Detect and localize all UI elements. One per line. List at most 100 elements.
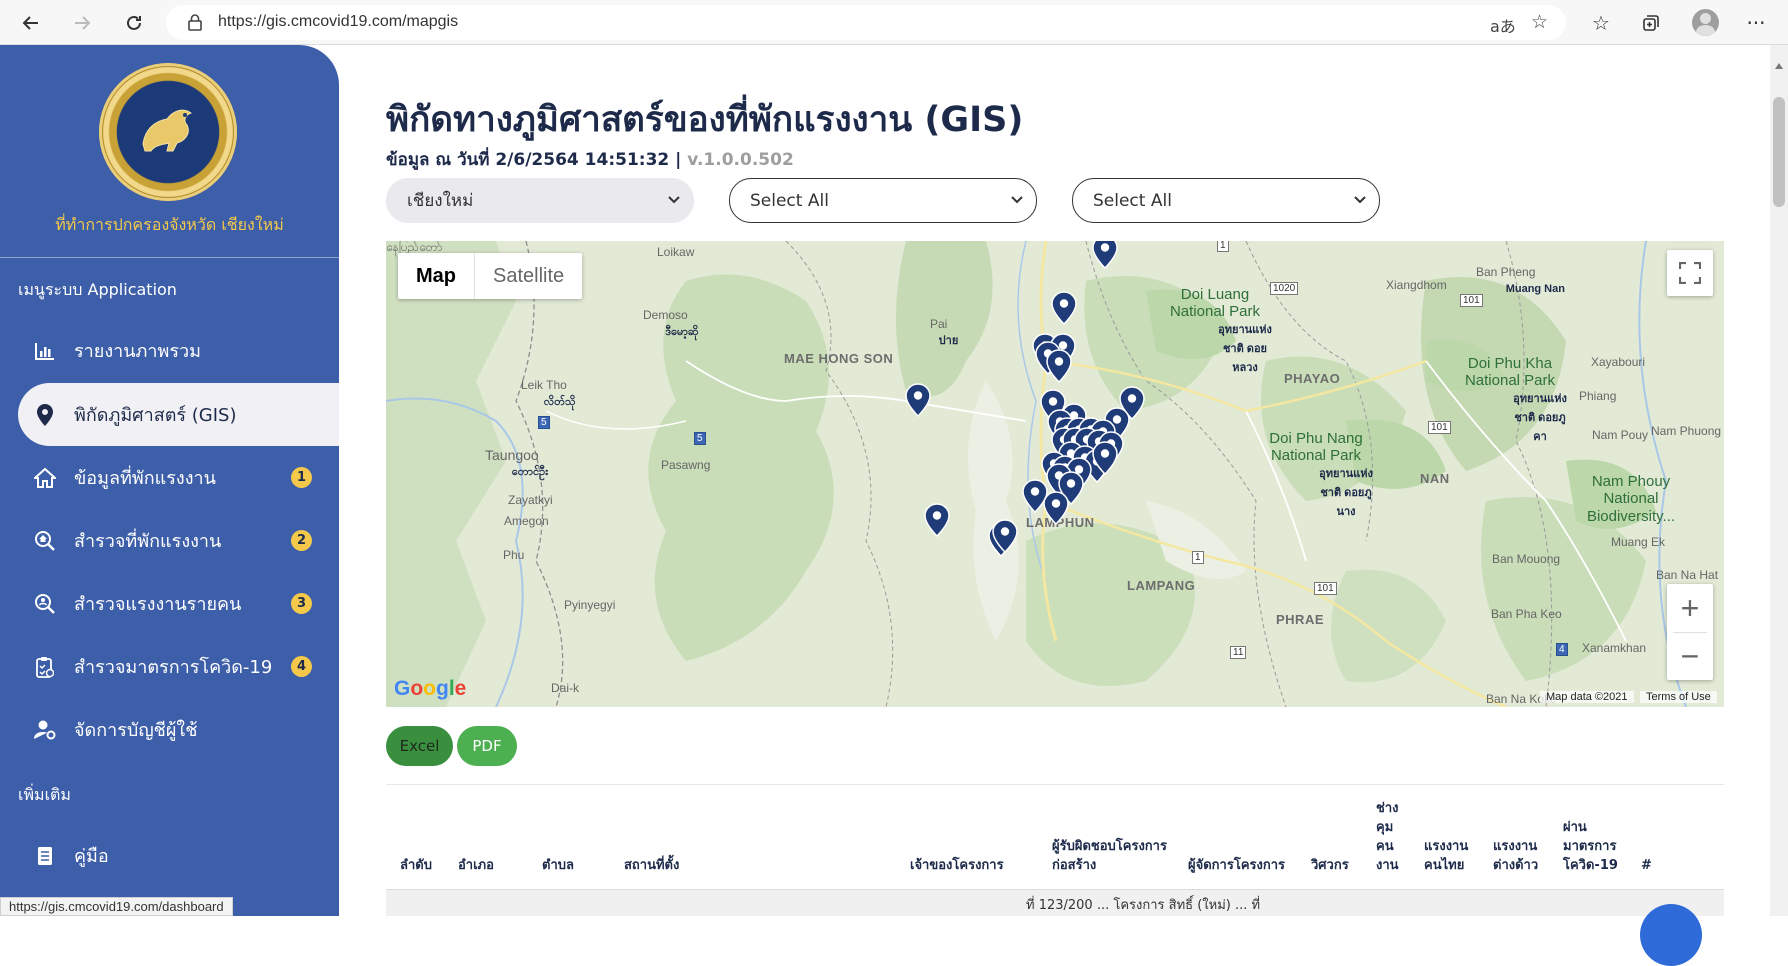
export-pdf-button[interactable]: PDF — [457, 726, 517, 766]
map-marker-icon[interactable] — [1051, 291, 1077, 325]
province-select-value: เชียงใหม่ — [407, 191, 474, 211]
col-header-contractor[interactable]: ผู้รับผิดชอบโครงการ ก่อสร้าง — [1052, 837, 1167, 875]
row-location-partial: ที่ 123/200 ... โครงการ สิทธิ์ (ใหม่) ..… — [1026, 898, 1261, 913]
sidebar: ที่ทำการปกครองจังหวัด เชียงใหม่ เมนูระบบ… — [0, 45, 339, 916]
road-shield: 5 — [538, 416, 550, 429]
map-marker-icon[interactable] — [924, 503, 950, 537]
col-header-covid-passed[interactable]: ผ่าน มาตรการ โควิด-19 — [1563, 818, 1618, 875]
profile-avatar[interactable] — [1692, 9, 1719, 36]
map-marker-icon[interactable] — [1092, 241, 1118, 269]
sidebar-item-label: สำรวจแรงงานรายคน — [74, 594, 242, 615]
collections-icon[interactable] — [1637, 9, 1665, 37]
map-label-local: อุทยานแห่งชาติ ดอยภูคา — [1513, 392, 1567, 443]
page-title: พิกัดทางภูมิศาสตร์ของที่พักแรงงาน (GIS) — [386, 100, 1024, 140]
map-label: Muang Ek — [1611, 535, 1666, 549]
header-line: ช่าง — [1376, 801, 1399, 816]
terms-of-use-link[interactable]: Terms of Use — [1640, 691, 1717, 703]
map-label-nan: NAN — [1420, 471, 1450, 486]
export-excel-button[interactable]: Excel — [386, 726, 453, 766]
road-shield: 101 — [1428, 421, 1451, 434]
scroll-up-arrow-icon[interactable] — [1775, 63, 1783, 69]
header-line: แรงงาน — [1493, 839, 1538, 854]
map-marker-icon[interactable] — [992, 519, 1018, 553]
table-top-border — [386, 784, 1724, 785]
col-header-engineer[interactable]: วิศวกร — [1311, 856, 1349, 875]
map-label: Xayabouri — [1591, 355, 1646, 369]
sidebar-item-gis[interactable]: พิกัดภูมิศาสตร์ (GIS) — [18, 383, 339, 446]
map-label-local: တောင်ဦး — [511, 466, 549, 479]
map-label-en: Leik Tho — [521, 378, 567, 392]
map-label-en: Taungoo — [485, 447, 539, 463]
map-marker-icon[interactable] — [905, 383, 931, 417]
header-line: ต่างด้าว — [1493, 858, 1539, 873]
map-label: Xiangdhom — [1386, 278, 1447, 292]
col-header-manager[interactable]: ผู้จัดการโครงการ — [1188, 856, 1285, 875]
floating-action-button[interactable] — [1640, 904, 1702, 966]
zoom-in-button[interactable]: + — [1667, 584, 1713, 632]
map-type-satellite-button[interactable]: Satellite — [474, 253, 582, 299]
search-person-icon — [34, 593, 56, 615]
col-header-location[interactable]: สถานที่ตั้ง — [624, 856, 679, 875]
map-label-en: Doi Luang National Park — [1169, 286, 1261, 321]
col-header-no[interactable]: ลำดับ — [400, 856, 432, 875]
refresh-icon[interactable] — [119, 8, 149, 38]
road-shield: 1020 — [1270, 282, 1299, 295]
sidebar-item-label: พิกัดภูมิศาสตร์ (GIS) — [74, 405, 237, 426]
forward-icon[interactable] — [67, 8, 97, 38]
favorites-icon[interactable]: ☆ — [1587, 9, 1615, 37]
map-label: Nam Phuong — [1651, 424, 1722, 438]
more-menu-icon[interactable]: ··· — [1742, 9, 1770, 37]
district-select[interactable]: Select All — [729, 178, 1037, 223]
checklist-icon — [34, 656, 56, 678]
col-header-district[interactable]: อำเภอ — [458, 856, 494, 875]
sidebar-item-overview-report[interactable]: รายงานภาพรวม — [18, 319, 339, 382]
google-logo: Google — [394, 677, 467, 700]
zoom-out-button[interactable]: − — [1667, 632, 1713, 680]
road-shield: 101 — [1314, 582, 1337, 595]
sidebar-item-user-accounts[interactable]: จัดการบัญชีผู้ใช้ — [18, 698, 339, 761]
map-marker-icon[interactable] — [1043, 491, 1069, 525]
read-aloud-icon[interactable]: aあ — [1490, 13, 1516, 37]
col-header-foreman[interactable]: ช่าง คุม คน งาน — [1376, 799, 1399, 875]
fullscreen-icon[interactable] — [1667, 250, 1713, 296]
sidebar-item-survey-housing[interactable]: สำรวจที่พักแรงงาน 2 — [18, 509, 339, 572]
map-marker-icon[interactable] — [1046, 349, 1072, 383]
road-shield: 11 — [1230, 646, 1247, 659]
header-line: โควิด-19 — [1563, 858, 1618, 873]
gis-map[interactable]: နေပြည်တော် Loikaw Demoso ဒီမော့ဆို MAE HO… — [386, 241, 1724, 707]
map-label-nam-phouy: Nam Phouy National Biodiversity... — [1586, 473, 1676, 525]
col-header-thai-labor[interactable]: แรงงาน คนไทย — [1424, 837, 1468, 875]
back-icon[interactable] — [16, 8, 46, 38]
map-label: Leik Tho လိတ်သို — [521, 378, 576, 408]
table-row[interactable]: ที่ 123/200 ... โครงการ สิทธิ์ (ใหม่) ..… — [386, 889, 1724, 916]
sidebar-item-manual[interactable]: คู่มือ — [18, 824, 339, 887]
map-marker-icon[interactable] — [1092, 441, 1118, 475]
map-label-doi-phu-kha: Doi Phu Kha National Park อุทยานแห่งชาติ … — [1450, 355, 1570, 443]
sidebar-item-label: คู่มือ — [74, 846, 109, 867]
subdistrict-select[interactable]: Select All — [1072, 178, 1380, 223]
header-line: แรงงาน — [1424, 839, 1469, 854]
subdistrict-select-value: Select All — [1093, 190, 1172, 211]
zoom-separator — [1673, 632, 1707, 633]
page-scrollbar[interactable] — [1770, 45, 1788, 916]
address-bar[interactable]: https://gis.cmcovid19.com/mapgis aあ ☆ — [166, 5, 1566, 40]
sidebar-item-housing-info[interactable]: ข้อมูลที่พักแรงงาน 1 — [18, 446, 339, 509]
sidebar-item-survey-covid[interactable]: สำรวจมาตรการโควิด-19 4 — [18, 635, 339, 698]
sidebar-item-label: จัดการบัญชีผู้ใช้ — [74, 720, 198, 741]
header-line: งาน — [1376, 858, 1399, 873]
col-header-foreign-labor[interactable]: แรงงานต่างด้าว — [1493, 837, 1538, 875]
scrollbar-thumb[interactable] — [1773, 97, 1785, 207]
map-label: Nam Pouy — [1592, 428, 1649, 442]
map-label-doi-luang: Doi Luang National Park อุทยานแห่งชาติ ดอ… — [1155, 286, 1275, 374]
road-shield: 1 — [1217, 241, 1229, 252]
province-select[interactable]: เชียงใหม่ — [386, 178, 694, 223]
map-label: Ban Na Hat — [1656, 568, 1719, 582]
favorite-star-icon[interactable]: ☆ — [1531, 11, 1548, 33]
col-header-subdistrict[interactable]: ตำบล — [542, 856, 574, 875]
map-label: Taungoo တောင်ဦး — [485, 447, 548, 478]
sidebar-item-survey-workers[interactable]: สำรวจแรงงานรายคน 3 — [18, 572, 339, 635]
url-text[interactable]: https://gis.cmcovid19.com/mapgis — [218, 13, 458, 31]
map-type-map-button[interactable]: Map — [398, 253, 474, 299]
map-label: Ban Pheng Muang Nan — [1476, 265, 1565, 295]
col-header-owner[interactable]: เจ้าของโครงการ — [910, 856, 1004, 875]
